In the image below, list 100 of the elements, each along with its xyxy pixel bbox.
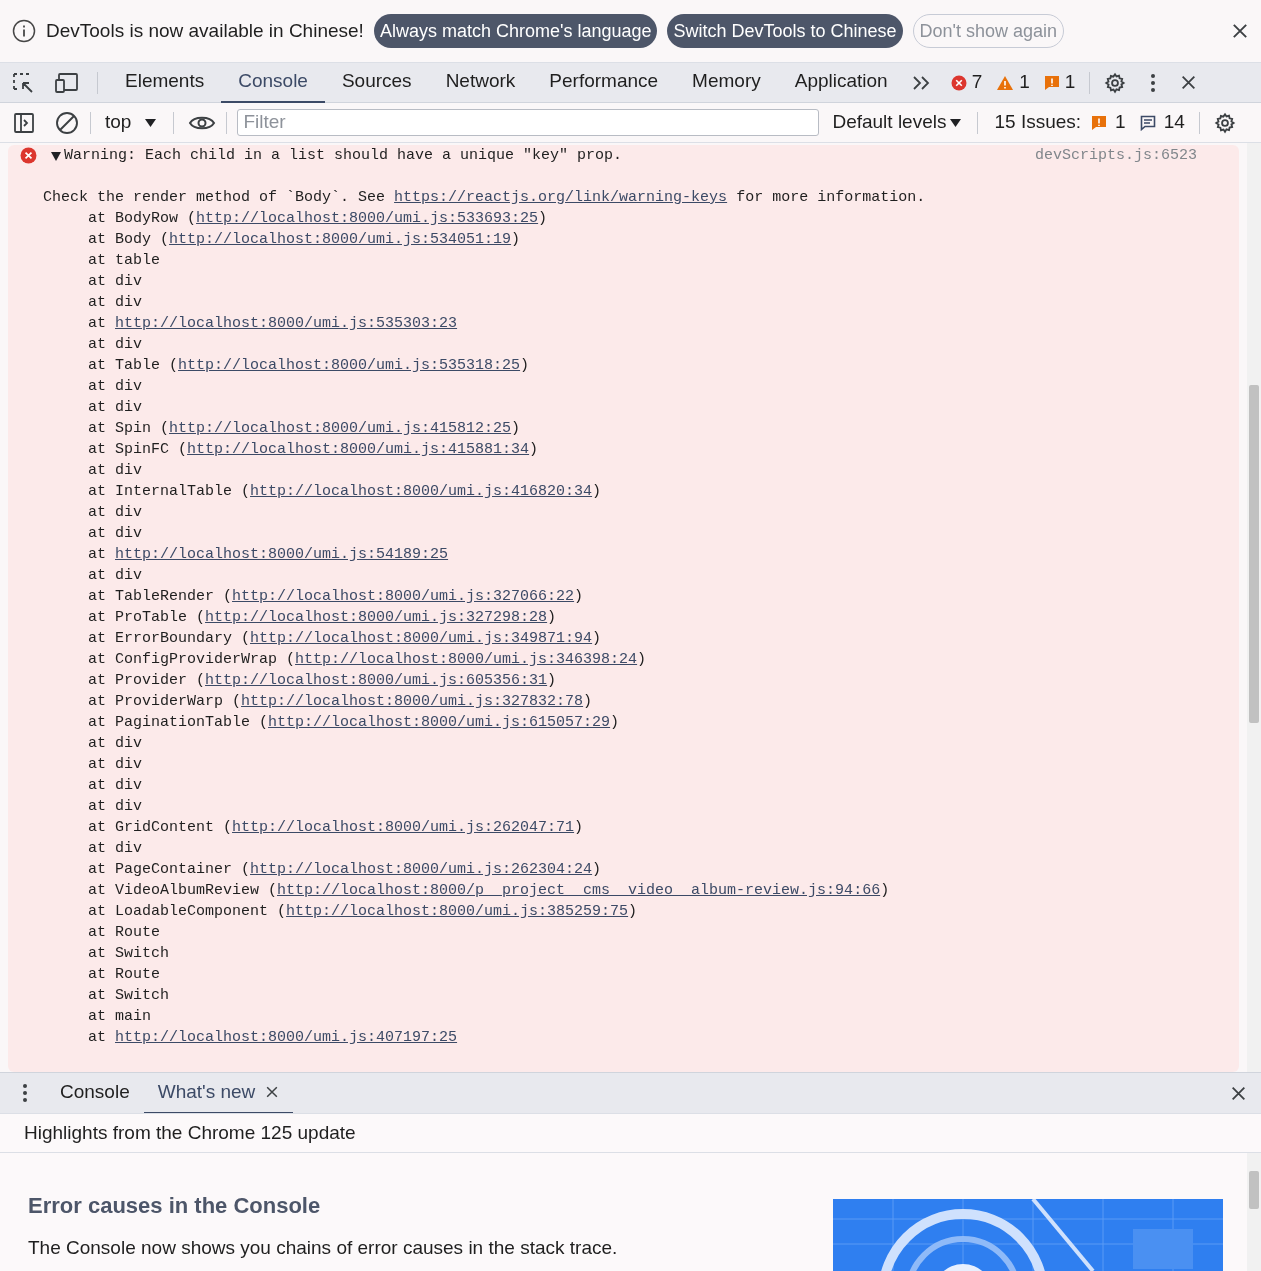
source-link[interactable]: http://localhost:8000/umi.js:327066:22 [232, 588, 575, 605]
caret-icon [145, 118, 157, 127]
stack-frame: at div [8, 334, 1239, 355]
caret-icon [950, 118, 962, 127]
panel-tab[interactable]: Elements [108, 62, 222, 103]
stack-frame: at Provider (http://localhost:8000/umi.js:605356:31) [8, 670, 1239, 691]
stack-frame: at Route [8, 922, 1239, 943]
source-link[interactable]: http://localhost:8000/umi.js:615057:29 [268, 714, 611, 731]
source-link[interactable]: http://localhost:8000/umi.js:54189:25 [115, 546, 449, 563]
docs-link[interactable]: https://reactjs.org/link/warning-keys [394, 189, 728, 206]
source-link[interactable]: http://localhost:8000/umi.js:327298:28 [205, 609, 548, 626]
infobar-button[interactable]: Switch DevTools to Chinese [667, 14, 903, 48]
stack-frame: at table [8, 250, 1239, 271]
expand-icon[interactable] [51, 149, 61, 162]
check-message: Check the render method of `Body`. See https://reactjs.org/link/warning-keys for more information. [42, 188, 927, 208]
panel-tab[interactable]: Sources [324, 62, 429, 103]
source-link[interactable]: http://localhost:8000/umi.js:605356:31 [205, 672, 548, 689]
source-link[interactable]: http://localhost:8000/umi.js:416820:34 [250, 483, 593, 500]
panel-tab[interactable]: Network [428, 62, 533, 103]
source-link[interactable]: http://localhost:8000/umi.js:415812:25 [169, 420, 512, 437]
stack-frame: at div [8, 502, 1239, 523]
source-link[interactable]: http://localhost:8000/umi.js:262304:24 [250, 861, 593, 878]
levels-dropdown[interactable]: Default levels [832, 108, 962, 137]
source-link[interactable]: http://localhost:8000/umi.js:415881:34 [187, 441, 530, 458]
issue-icon [1043, 74, 1060, 91]
clear-icon[interactable] [55, 110, 79, 135]
source-link[interactable]: http://localhost:8000/umi.js:407197:25 [115, 1029, 458, 1046]
stack-frame: at SpinFC (http://localhost:8000/umi.js:415881:34) [8, 439, 1239, 460]
source-link[interactable]: http://localhost:8000/umi.js:385259:75 [286, 903, 629, 920]
source-link[interactable]: http://localhost:8000/p__project__cms__video__album-review.js:94:66 [277, 882, 881, 899]
stack-frame: at ErrorBoundary (http://localhost:8000/umi.js:349871:94) [8, 628, 1239, 649]
article-text: The Console now shows you chains of error causes in the stack trace. [28, 1236, 618, 1260]
message-icon [1139, 114, 1156, 131]
stack-frame: at http://localhost:8000/umi.js:54189:25 [8, 544, 1239, 565]
sidebar-toggle-icon[interactable] [13, 111, 35, 134]
more-icon[interactable] [1150, 72, 1157, 93]
settings-icon[interactable] [1213, 111, 1236, 134]
counter-value: 1 [1019, 70, 1030, 95]
infobar-button[interactable]: Always match Chrome's language [373, 14, 658, 48]
warning-icon [996, 74, 1015, 91]
more-tabs-icon[interactable] [910, 74, 931, 91]
stack-frame: at div [8, 460, 1239, 481]
stack-frame: at div [8, 397, 1239, 418]
device-icon[interactable] [55, 71, 81, 94]
stack-frame: at div [8, 754, 1239, 775]
counter-value: 1 [1064, 70, 1076, 95]
panel-tab[interactable]: Performance [532, 62, 676, 103]
source-link[interactable]: http://localhost:8000/umi.js:349871:94 [250, 630, 593, 647]
stack-frame: at PageContainer (http://localhost:8000/umi.js:262304:24) [8, 859, 1239, 880]
stack-frame: at div [8, 271, 1239, 292]
stack-frame: at div [8, 292, 1239, 313]
source-link[interactable]: http://localhost:8000/umi.js:533693:25 [196, 210, 539, 227]
stack-frame: at Table (http://localhost:8000/umi.js:535318:25) [8, 355, 1239, 376]
stack-frame: at div [8, 838, 1239, 859]
stack-frame: at http://localhost:8000/umi.js:407197:25 [8, 1027, 1239, 1048]
stack-frame: at Body (http://localhost:8000/umi.js:534051:19) [8, 229, 1239, 250]
message-title: Warning: Each child in a list should have a unique "key" prop. [64, 146, 623, 166]
drawer-tab[interactable]: Console [46, 1072, 144, 1114]
stack-frame: at TableRender (http://localhost:8000/umi.js:327066:22) [8, 586, 1239, 607]
more-icon[interactable] [22, 1083, 28, 1103]
source-link[interactable]: http://localhost:8000/umi.js:262047:71 [232, 819, 575, 836]
stack-frame: at GridContent (http://localhost:8000/umi.js:262047:71) [8, 817, 1239, 838]
error-icon [950, 74, 967, 91]
stack-frame: at ProviderWarp (http://localhost:8000/umi.js:327832:78) [8, 691, 1239, 712]
panel-tab[interactable]: Application [777, 62, 905, 103]
panel-tab[interactable]: Memory [675, 62, 778, 103]
stack-frame: at ConfigProviderWrap (http://localhost:8000/umi.js:346398:24) [8, 649, 1239, 670]
close-tab-icon[interactable] [265, 1085, 280, 1099]
source-link[interactable]: http://localhost:8000/umi.js:346398:24 [295, 651, 638, 668]
stack-frame: at InternalTable (http://localhost:8000/umi.js:416820:34) [8, 481, 1239, 502]
stack-frame: at main [8, 1006, 1239, 1027]
issues-label: 15 Issues: [994, 110, 1082, 135]
stack-frame: at div [8, 376, 1239, 397]
scrollbar[interactable] [1247, 143, 1261, 1072]
stack-frame: at Switch [8, 985, 1239, 1006]
filter-field[interactable]: Filter [237, 109, 820, 136]
issue-icon [1091, 114, 1108, 131]
settings-icon[interactable] [1104, 71, 1127, 94]
scrollbar[interactable] [1247, 1153, 1261, 1271]
counter-value: 7 [971, 70, 983, 95]
stack-frame: at div [8, 733, 1239, 754]
close-icon[interactable] [1231, 22, 1249, 40]
stack-frame: at PaginationTable (http://localhost:8000/umi.js:615057:29) [8, 712, 1239, 733]
source-link[interactable]: http://localhost:8000/umi.js:327832:78 [241, 693, 584, 710]
info-message: DevTools is now available in Chinese! [46, 18, 364, 43]
stack-frame: at http://localhost:8000/umi.js:535303:23 [8, 313, 1239, 334]
source-link[interactable]: http://localhost:8000/umi.js:535318:25 [178, 357, 521, 374]
close-icon[interactable] [1180, 74, 1198, 91]
context-dropdown[interactable]: top [102, 108, 160, 137]
stack-frame: at BodyRow (http://localhost:8000/umi.js:533693:25) [8, 208, 1239, 229]
source-link[interactable]: http://localhost:8000/umi.js:534051:19 [169, 231, 512, 248]
source-link[interactable]: http://localhost:8000/umi.js:535303:23 [115, 315, 458, 332]
stack-frame: at div [8, 775, 1239, 796]
stack-frame: at ProTable (http://localhost:8000/umi.js:327298:28) [8, 607, 1239, 628]
stack-frame: at div [8, 796, 1239, 817]
drawer-header: Highlights from the Chrome 125 update [24, 1120, 356, 1145]
stack-frame: at VideoAlbumReview (http://localhost:8000/p__project__cms__video__album-review.js:94:66) [8, 880, 1239, 901]
issue-count: 14 [1163, 110, 1185, 135]
error-icon [20, 147, 37, 164]
close-icon[interactable] [1230, 1084, 1247, 1102]
